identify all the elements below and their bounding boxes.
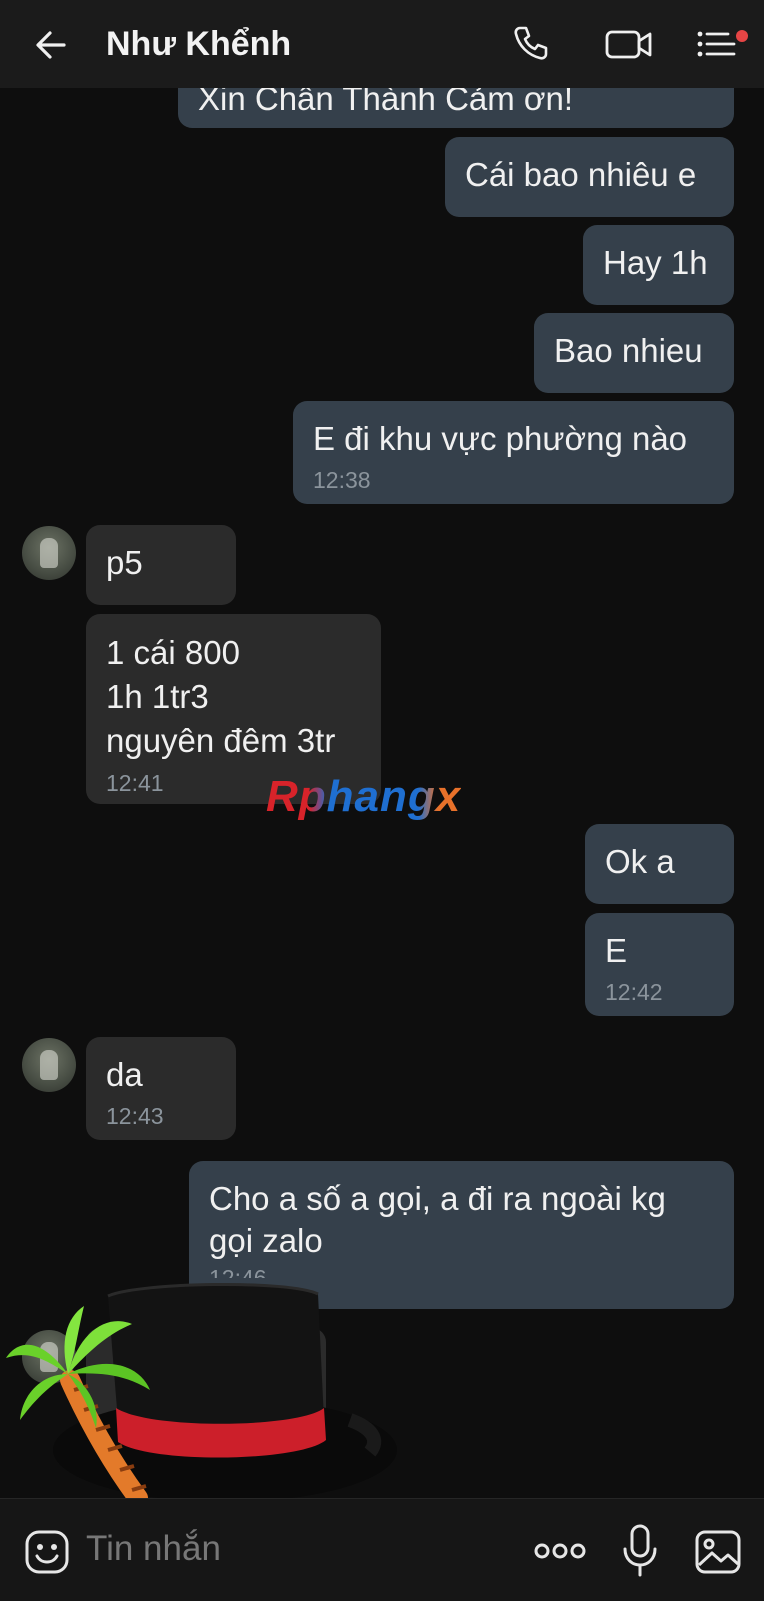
message-text: Ok a <box>605 843 675 880</box>
more-dots-icon[interactable] <box>534 1539 586 1563</box>
message-bubble-incoming[interactable]: da 12:43 <box>86 1037 236 1140</box>
message-text: Hay 1h <box>603 244 708 281</box>
contact-avatar[interactable] <box>22 526 76 580</box>
message-text: Cho a số a gọi, a đi ra ngoài kg gọi zal… <box>209 1180 666 1259</box>
microphone-icon[interactable] <box>620 1523 660 1579</box>
message-text: da <box>106 1056 143 1093</box>
emoji-icon[interactable] <box>24 1529 70 1575</box>
contact-name[interactable]: Như Khểnh <box>106 22 291 66</box>
top-hat-palm-tree-sticker <box>6 1282 397 1508</box>
message-bubble-incoming[interactable]: p5 <box>86 525 236 605</box>
message-text: Cái bao nhiêu e <box>465 156 697 193</box>
message-bubble-outgoing[interactable]: E 12:42 <box>585 913 734 1016</box>
back-arrow-icon[interactable] <box>30 24 72 66</box>
message-text: E đi khu vực phường nào <box>313 420 688 457</box>
message-text: Xin Chân Thành Cảm ơn! <box>198 88 574 117</box>
message-time: 12:43 <box>106 1103 164 1129</box>
message-bubble-outgoing[interactable]: Xin Chân Thành Cảm ơn! <box>178 88 734 128</box>
message-text: 1 cái 800 1h 1tr3 nguyên đêm 3tr <box>106 634 336 759</box>
message-time: 12:42 <box>605 979 663 1005</box>
message-text: E <box>605 932 628 969</box>
chat-header: Như Khểnh <box>0 0 764 88</box>
image-icon[interactable] <box>694 1529 742 1575</box>
message-input-bar: Tin nhắn <box>0 1498 764 1601</box>
message-input[interactable]: Tin nhắn <box>86 1527 221 1571</box>
message-bubble-outgoing[interactable]: E đi khu vực phường nào 12:38 <box>293 401 734 504</box>
message-bubble-outgoing[interactable]: Hay 1h <box>583 225 734 305</box>
message-bubble-outgoing[interactable]: Cái bao nhiêu e <box>445 137 734 217</box>
list-menu-icon[interactable] <box>694 22 742 66</box>
message-bubble-outgoing[interactable]: Bao nhieu <box>534 313 734 393</box>
watermark: Rphangx <box>266 772 462 821</box>
message-text: p5 <box>106 544 143 581</box>
message-time: 12:38 <box>313 467 371 493</box>
phone-icon[interactable] <box>508 22 552 66</box>
video-camera-icon[interactable] <box>604 22 654 66</box>
notification-dot <box>736 30 748 42</box>
message-bubble-outgoing[interactable]: Ok a <box>585 824 734 904</box>
contact-avatar[interactable] <box>22 1038 76 1092</box>
message-text: Bao nhieu <box>554 332 703 369</box>
